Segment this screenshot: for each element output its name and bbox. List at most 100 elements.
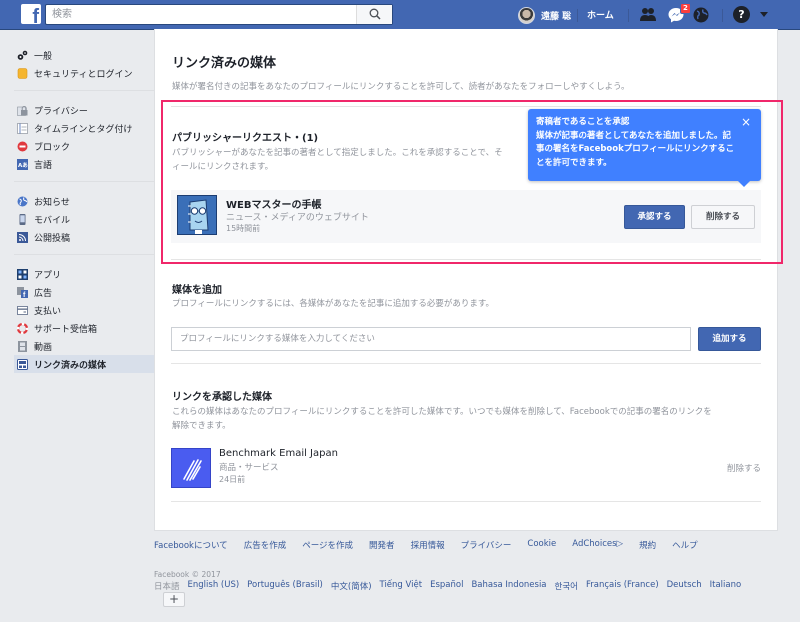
svg-text:Aあ: Aあ (18, 161, 28, 169)
footer-link[interactable]: 採用情報 (411, 539, 445, 551)
friend-requests-icon[interactable] (639, 6, 657, 24)
sidebar-item-public-posts[interactable]: 公開投稿 (14, 228, 154, 246)
add-media-button[interactable]: 追加する (698, 327, 761, 351)
sidebar-item-label: アプリ (34, 270, 62, 281)
add-media-title: 媒体を追加 (172, 285, 222, 296)
sidebar-item-label: 公開投稿 (34, 233, 71, 244)
remove-media-link[interactable]: 削除する (727, 462, 761, 474)
avatar (518, 6, 535, 24)
language-link[interactable]: Bahasa Indonesia (471, 580, 546, 592)
page-title: リンク済みの媒体 (172, 56, 277, 71)
divider (722, 9, 723, 22)
sidebar-group: お知らせ モバイル 公開投稿 (14, 190, 154, 255)
language-link[interactable]: Português (Brasil) (247, 580, 323, 592)
sidebar-item-privacy[interactable]: プライバシー (14, 101, 154, 119)
sidebar-item-label: 言語 (34, 160, 53, 171)
account-menu-caret-icon[interactable] (760, 12, 768, 17)
messages-badge: 2 (680, 3, 691, 14)
search-button[interactable] (356, 5, 392, 24)
sidebar-item-label: リンク済みの媒体 (34, 360, 107, 371)
sidebar-item-timeline[interactable]: タイムラインとタグ付け (14, 119, 154, 137)
footer-links: Facebookについて 広告を作成 ページを作成 開発者 採用情報 プライバシ… (154, 539, 714, 551)
footer-link[interactable]: 規約 (639, 539, 656, 551)
approved-media-name[interactable]: Benchmark Email Japan (219, 448, 338, 459)
sidebar-group: プライバシー タイムラインとタグ付け ブロック Aあ 言語 (14, 99, 154, 182)
sidebar-item-ads[interactable]: f 広告 (14, 283, 154, 301)
rss-icon (17, 231, 28, 243)
publisher-thumbnail[interactable] (177, 195, 217, 235)
settings-content-panel: リンク済みの媒体 媒体が署名付きの記事をあなたのプロフィールにリンクすることを許… (154, 29, 778, 531)
footer-link[interactable]: Facebookについて (154, 539, 228, 551)
divider (171, 501, 761, 502)
language-link[interactable]: Español (430, 580, 463, 592)
add-media-description: プロフィールにリンクするには、各媒体があなたを記事に追加する必要があります。 (172, 299, 494, 309)
sidebar-item-notifications[interactable]: お知らせ (14, 192, 154, 210)
language-link[interactable]: Deutsch (667, 580, 702, 592)
sidebar-item-label: プライバシー (34, 106, 88, 117)
search-input[interactable] (46, 5, 358, 24)
add-media-field (171, 327, 691, 351)
profile-link[interactable]: 遠藤 聡 (518, 6, 571, 24)
help-icon[interactable]: ? (733, 6, 750, 23)
facebook-logo[interactable]: f (21, 4, 41, 24)
approved-media-thumbnail[interactable] (171, 448, 211, 488)
benchmark-logo-icon (172, 449, 210, 487)
facebook-logo-glyph: f (32, 6, 39, 24)
notifications-globe-icon[interactable] (692, 6, 710, 24)
footer-link[interactable]: 広告を作成 (244, 539, 287, 551)
sidebar-item-videos[interactable]: 動画 (14, 337, 154, 355)
divider (577, 9, 578, 22)
more-languages-button[interactable]: + (163, 592, 185, 607)
sidebar-item-label: ブロック (34, 142, 71, 153)
shield-icon (17, 67, 28, 79)
language-link[interactable]: Italiano (710, 580, 742, 592)
sidebar-item-label: 広告 (34, 288, 53, 299)
publisher-name[interactable]: WEBマスターの手帳 (226, 196, 321, 211)
delete-request-button[interactable]: 削除する (691, 205, 755, 229)
divider (171, 106, 761, 107)
approved-media-description-line2: 解除できます。 (172, 421, 231, 431)
language-links: 日本語 English (US) Português (Brasil) 中文(简… (154, 580, 749, 592)
sidebar-item-label: 一般 (34, 51, 53, 62)
language-link[interactable]: Français (France) (586, 580, 659, 592)
sidebar-item-mobile[interactable]: モバイル (14, 210, 154, 228)
footer-link[interactable]: ページを作成 (302, 539, 353, 551)
film-icon (18, 340, 27, 352)
ads-icon: f (17, 286, 28, 298)
copyright: Facebook © 2017 (154, 570, 221, 579)
approve-contributor-tooltip: 寄稿者であることを承認 媒体が記事の著者としてあなたを追加しました。記事の署名を… (528, 109, 761, 181)
media-icon (17, 358, 28, 370)
close-icon[interactable]: × (741, 115, 751, 130)
footer-link[interactable]: ヘルプ (672, 539, 698, 551)
sidebar-item-language[interactable]: Aあ 言語 (14, 155, 154, 173)
tooltip-arrow (738, 181, 750, 187)
publisher-requests-title: パブリッシャーリクエスト・(1) (172, 133, 319, 144)
approved-media-category: 商品・サービス (219, 463, 279, 473)
approve-button[interactable]: 承認する (624, 205, 685, 229)
language-link[interactable]: 한국어 (555, 580, 578, 592)
language-link[interactable]: 中文(简体) (331, 580, 372, 592)
sidebar-item-security[interactable]: セキュリティとログイン (14, 64, 154, 82)
language-link[interactable]: Tiếng Việt (380, 580, 423, 592)
sidebar-item-support-inbox[interactable]: サポート受信箱 (14, 319, 154, 337)
home-link[interactable]: ホーム (587, 8, 614, 21)
footer-link[interactable]: プライバシー (461, 539, 512, 551)
tooltip-title: 寄稿者であることを承認 (536, 117, 630, 127)
approved-media-title: リンクを承認した媒体 (172, 392, 272, 403)
sidebar-item-payments[interactable]: 支払い (14, 301, 154, 319)
divider (628, 9, 629, 22)
footer-link[interactable]: AdChoices▷ (572, 539, 623, 551)
add-media-input[interactable] (172, 328, 690, 350)
footer-link[interactable]: 開発者 (369, 539, 395, 551)
language-link[interactable]: English (US) (188, 580, 240, 592)
sidebar-item-label: 支払い (34, 306, 62, 317)
sidebar-item-label: モバイル (34, 215, 71, 226)
sidebar-item-linked-publications[interactable]: リンク済みの媒体 (14, 355, 154, 373)
language-icon: Aあ (17, 158, 28, 170)
sidebar-item-apps[interactable]: アプリ (14, 265, 154, 283)
footer-link[interactable]: Cookie (527, 539, 556, 551)
sidebar-item-label: サポート受信箱 (34, 324, 98, 335)
sidebar-item-blocking[interactable]: ブロック (14, 137, 154, 155)
globe-icon (17, 196, 28, 206)
sidebar-item-general[interactable]: 一般 (14, 46, 154, 64)
